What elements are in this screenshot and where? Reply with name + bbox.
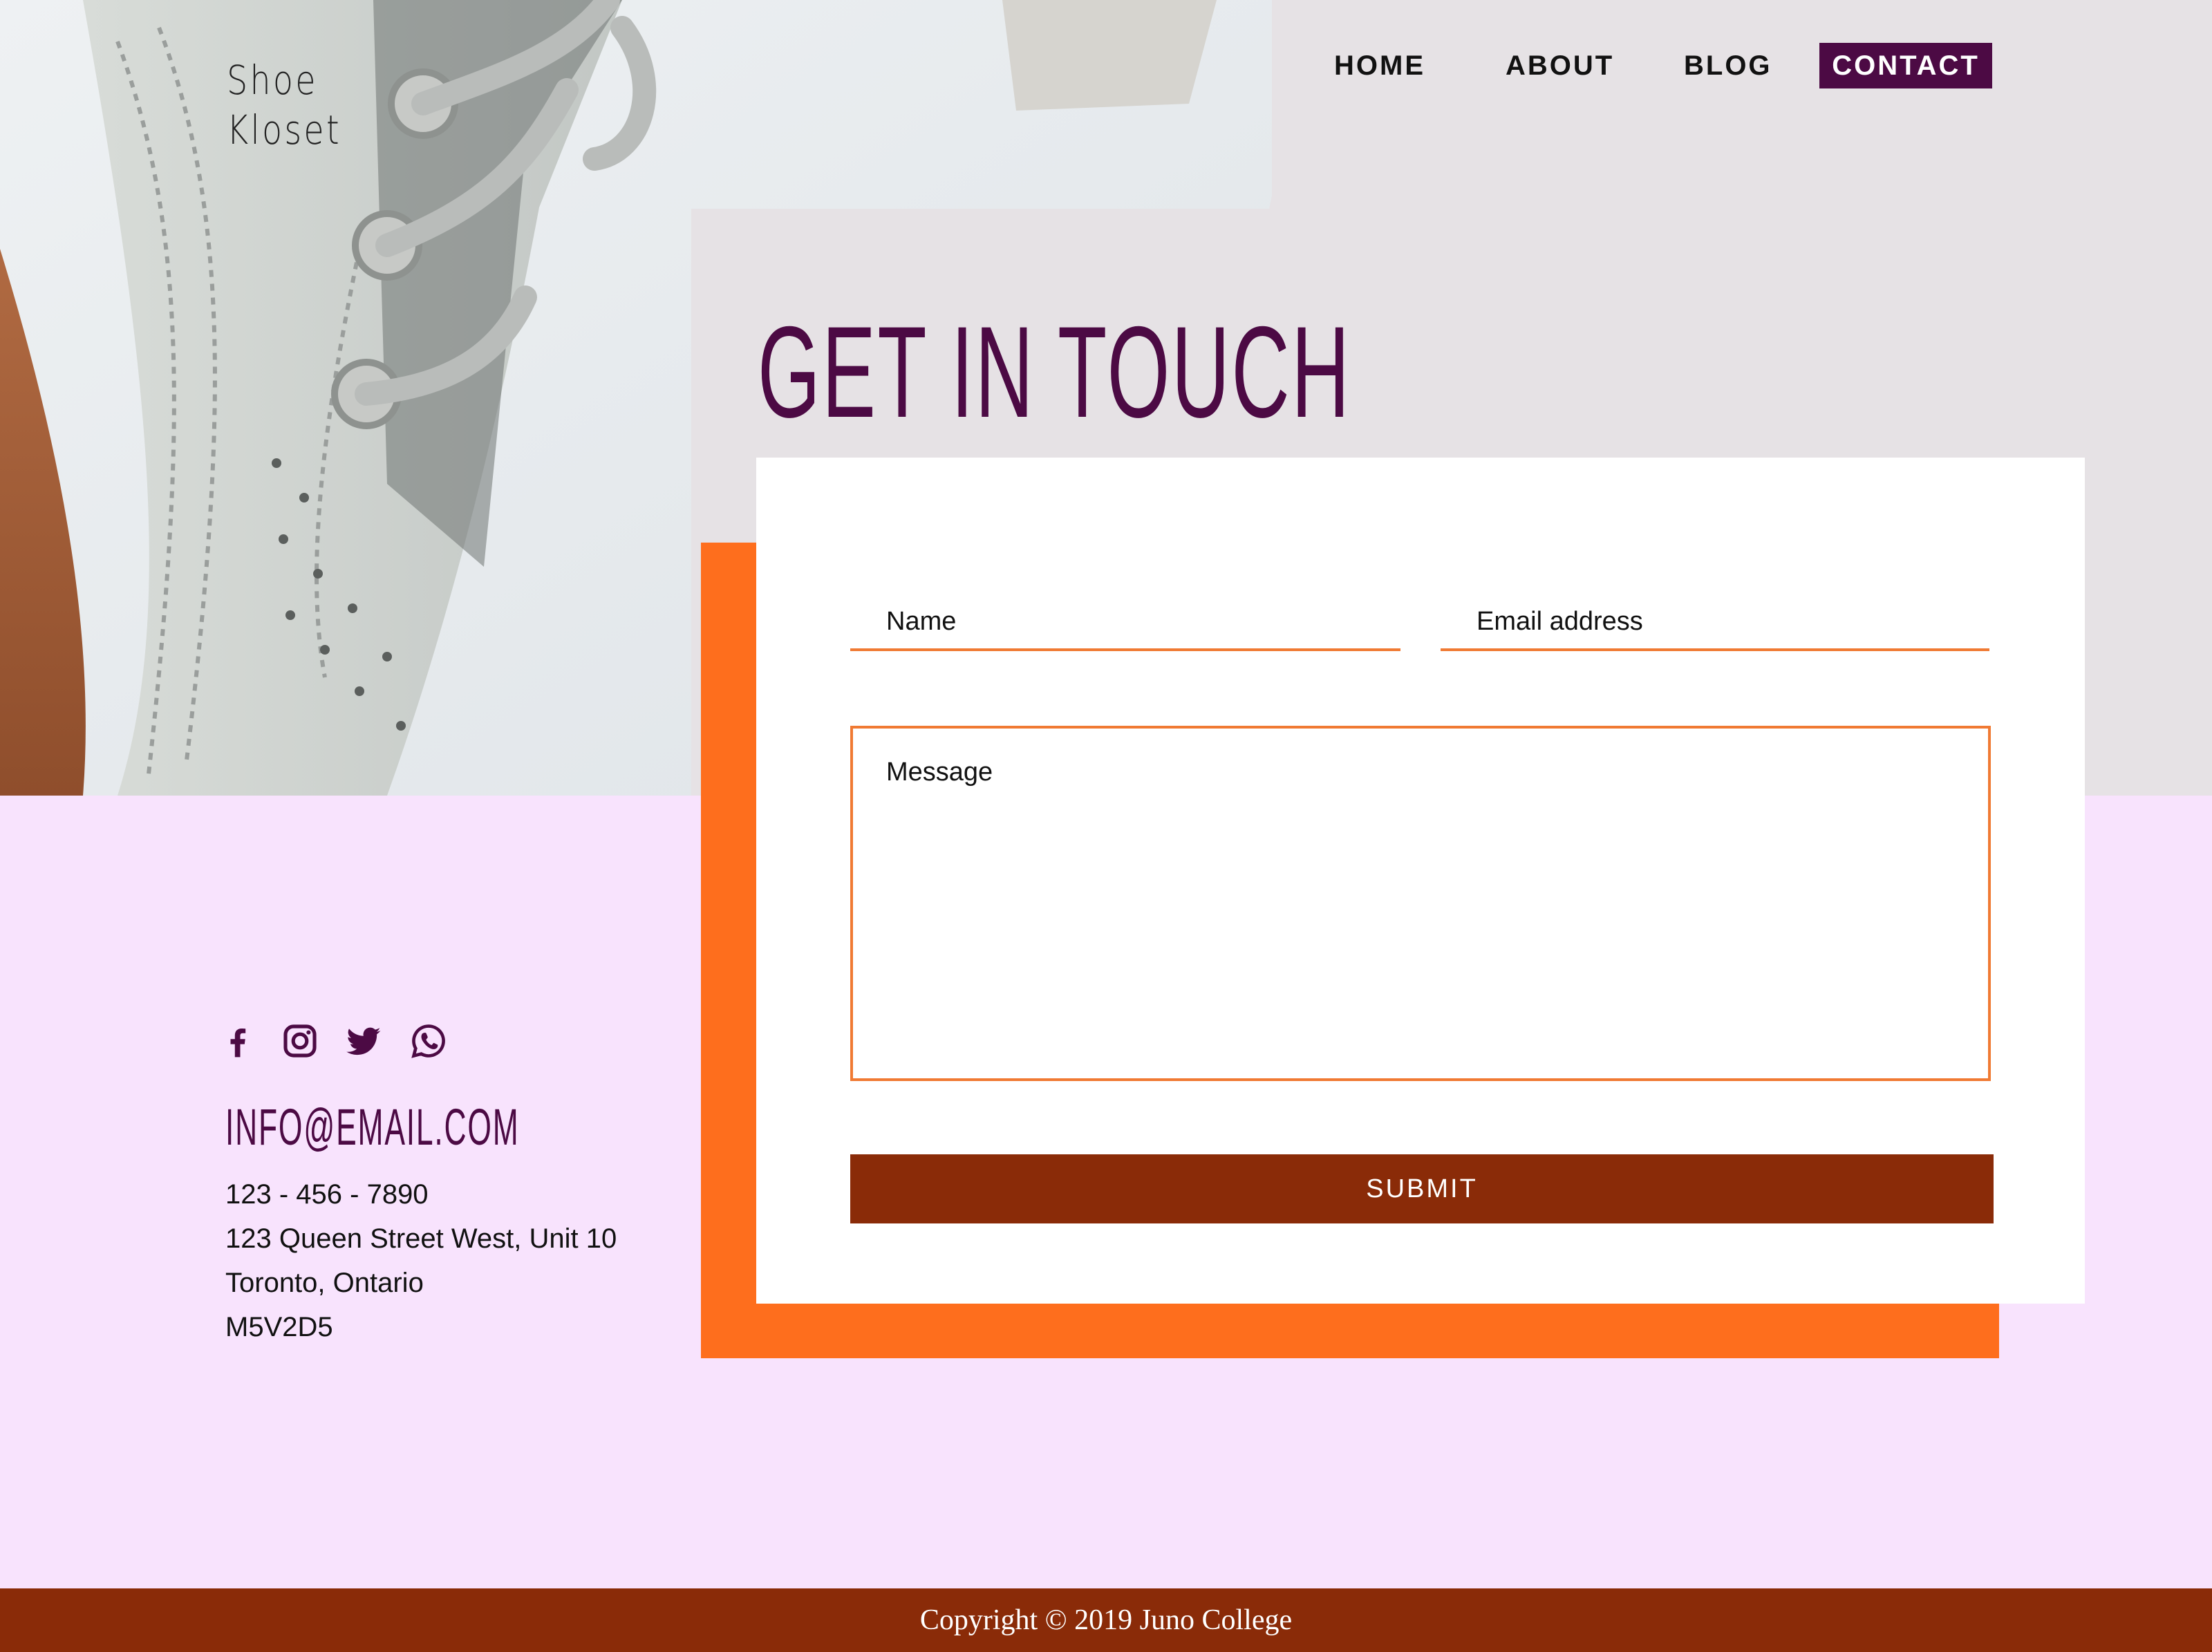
nav-blog-link[interactable]: BLOG: [1684, 43, 1772, 88]
contact-phone: 123 - 456 - 7890: [225, 1179, 429, 1210]
site-logo[interactable]: Shoe Kloset: [227, 55, 341, 155]
contact-postal-code: M5V2D5: [225, 1312, 333, 1342]
whatsapp-icon[interactable]: [409, 1022, 448, 1060]
name-input[interactable]: [850, 588, 1400, 651]
email-input[interactable]: [1441, 588, 1989, 651]
facebook-icon[interactable]: [218, 1022, 257, 1060]
contact-email[interactable]: INFO@EMAIL.COM: [225, 1098, 519, 1156]
logo-line-1: Shoe: [227, 57, 318, 104]
contact-address-line-2: Toronto, Ontario: [225, 1268, 424, 1298]
message-textarea[interactable]: [850, 726, 1991, 1081]
contact-form: SUBMIT: [756, 458, 2085, 1304]
footer-copyright: Copyright © 2019 Juno College: [919, 1604, 1293, 1636]
contact-address-line-1: 123 Queen Street West, Unit 10: [225, 1223, 617, 1254]
page-title: GET IN TOUCH: [758, 299, 1351, 444]
nav-home-link[interactable]: HOME: [1334, 43, 1425, 88]
twitter-icon[interactable]: [344, 1022, 383, 1060]
instagram-icon[interactable]: [281, 1022, 319, 1060]
logo-line-2: Kloset: [227, 106, 341, 153]
contact-details: 123 - 456 - 7890 123 Queen Street West, …: [225, 1172, 709, 1349]
main-nav: HOME ABOUT BLOG CONTACT: [1313, 43, 2005, 91]
submit-button[interactable]: SUBMIT: [850, 1154, 1994, 1223]
nav-about-link[interactable]: ABOUT: [1506, 43, 1614, 88]
nav-contact-link[interactable]: CONTACT: [1819, 43, 1992, 88]
footer: Copyright © 2019 Juno College: [0, 1588, 2212, 1652]
